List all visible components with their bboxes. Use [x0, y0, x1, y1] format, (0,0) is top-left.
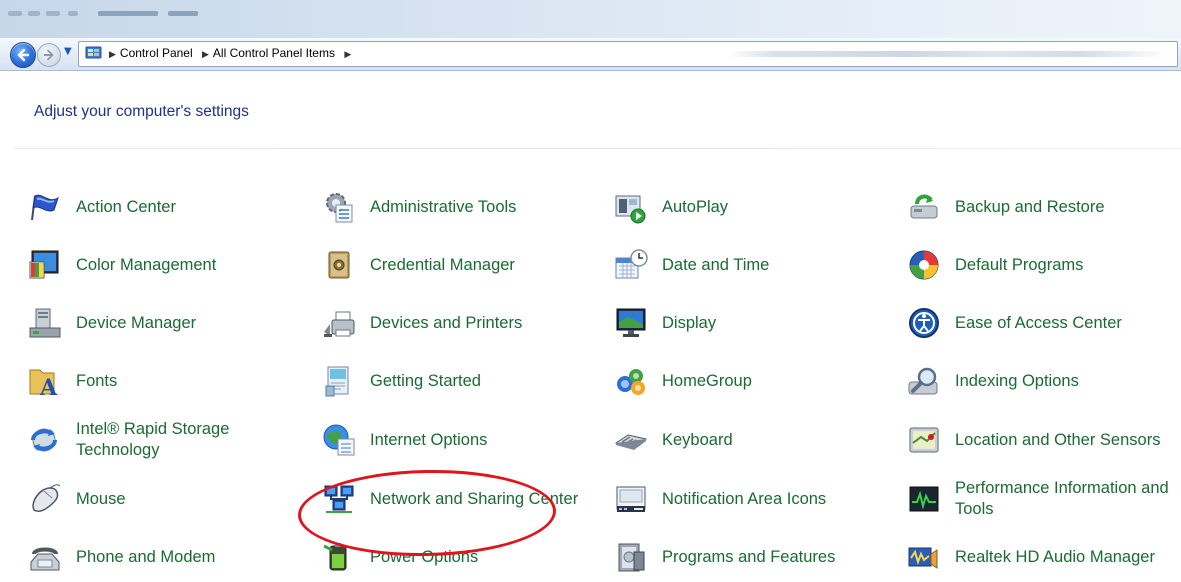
item-backup-and-restore[interactable]: Backup and Restore — [907, 182, 1181, 232]
address-field[interactable]: ▶ Control Panel ▶ All Control Panel Items … — [78, 41, 1178, 67]
item-indexing-options[interactable]: Indexing Options — [907, 356, 1181, 406]
item-intel-rapid-storage-technology[interactable]: Intel® Rapid Storage Technology — [28, 415, 308, 465]
item-label: Keyboard — [662, 430, 733, 449]
programs-icon — [614, 540, 648, 574]
item-label: Display — [662, 313, 717, 332]
breadcrumb-control-panel[interactable]: Control Panel — [120, 46, 193, 60]
item-label: AutoPlay — [662, 197, 729, 216]
breadcrumb-separator-icon[interactable]: ▶ — [202, 49, 209, 59]
forward-button[interactable] — [37, 43, 61, 67]
default-programs-icon — [907, 248, 941, 282]
quick-access-toolbar — [8, 8, 258, 20]
ease-of-access-icon — [907, 306, 941, 340]
item-display[interactable]: Display — [614, 298, 894, 348]
item-label: Mouse — [76, 489, 126, 508]
item-homegroup[interactable]: HomeGroup — [614, 356, 894, 406]
item-label: Action Center — [76, 197, 176, 216]
page-title: Adjust your computer's settings — [34, 103, 249, 120]
recent-pages-dropdown-icon[interactable]: ▼ — [64, 46, 72, 57]
getting-started-icon — [322, 364, 356, 398]
battery-icon — [322, 540, 356, 574]
item-label: Administrative Tools — [370, 197, 517, 216]
control-panel-icon — [85, 45, 102, 61]
item-label: Intel® Rapid Storage Technology — [76, 420, 230, 459]
item-network-and-sharing-center[interactable]: Network and Sharing Center — [322, 474, 602, 524]
item-label: Color Management — [76, 255, 217, 274]
item-label: Performance Information and Tools — [955, 479, 1169, 518]
item-label: Getting Started — [370, 371, 481, 390]
item-ease-of-access-center[interactable]: Ease of Access Center — [907, 298, 1181, 348]
navigation-bar: ▼ ▶ Control Panel ▶ All Control Panel Item… — [0, 38, 1181, 71]
item-label: Location and Other Sensors — [955, 430, 1161, 449]
item-credential-manager[interactable]: Credential Manager — [322, 240, 602, 290]
item-label: Device Manager — [76, 313, 197, 332]
item-label: Network and Sharing Center — [370, 489, 579, 508]
autoplay-icon — [614, 190, 648, 224]
item-label: Internet Options — [370, 430, 488, 449]
item-action-center[interactable]: Action Center — [28, 182, 308, 232]
item-default-programs[interactable]: Default Programs — [907, 240, 1181, 290]
arrow-right-icon — [43, 49, 54, 61]
item-administrative-tools[interactable]: Administrative Tools — [322, 182, 602, 232]
backup-icon — [907, 190, 941, 224]
audio-manager-icon — [907, 540, 941, 574]
performance-icon — [907, 482, 941, 516]
divider — [14, 148, 1181, 149]
item-getting-started[interactable]: Getting Started — [322, 356, 602, 406]
item-label: Fonts — [76, 371, 118, 390]
item-devices-and-printers[interactable]: Devices and Printers — [322, 298, 602, 348]
item-keyboard[interactable]: Keyboard — [614, 415, 894, 465]
item-label: Ease of Access Center — [955, 313, 1122, 332]
item-label: Backup and Restore — [955, 197, 1105, 216]
flag-icon — [28, 190, 62, 224]
globe-icon — [322, 423, 356, 457]
breadcrumb-all-items[interactable]: All Control Panel Items — [213, 46, 335, 60]
back-button[interactable] — [10, 42, 36, 68]
item-label: Indexing Options — [955, 371, 1079, 390]
breadcrumb-separator-icon[interactable]: ▶ — [109, 49, 116, 59]
item-location-and-other-sensors[interactable]: Location and Other Sensors — [907, 415, 1181, 465]
item-device-manager[interactable]: Device Manager — [28, 298, 308, 348]
phone-icon — [28, 540, 62, 574]
item-fonts[interactable]: A Fonts — [28, 356, 308, 406]
item-performance-information-and-tools[interactable]: Performance Information and Tools — [907, 474, 1181, 524]
item-autoplay[interactable]: AutoPlay — [614, 182, 894, 232]
breadcrumb-separator-icon[interactable]: ▶ — [344, 49, 351, 59]
window-title-bar — [0, 0, 1181, 38]
item-label: Credential Manager — [370, 255, 515, 274]
credential-vault-icon — [322, 248, 356, 282]
color-management-icon — [28, 248, 62, 282]
item-internet-options[interactable]: Internet Options — [322, 415, 602, 465]
item-date-and-time[interactable]: Date and Time — [614, 240, 894, 290]
breadcrumb: ▶ Control Panel ▶ All Control Panel Items … — [107, 46, 355, 60]
network-icon — [322, 482, 356, 516]
arrow-left-icon — [17, 48, 30, 62]
admin-tools-icon — [322, 190, 356, 224]
item-notification-area-icons[interactable]: Notification Area Icons — [614, 474, 894, 524]
item-label: HomeGroup — [662, 371, 752, 390]
intel-storage-icon — [28, 423, 62, 457]
item-color-management[interactable]: Color Management — [28, 240, 308, 290]
magnifier-icon — [907, 364, 941, 398]
fonts-folder-icon: A — [28, 364, 62, 401]
calendar-clock-icon — [614, 248, 648, 282]
notification-area-icon — [614, 482, 648, 516]
homegroup-icon — [614, 364, 648, 398]
svg-text:A: A — [39, 375, 58, 398]
item-label: Notification Area Icons — [662, 489, 827, 508]
item-label: Default Programs — [955, 255, 1084, 274]
item-label: Devices and Printers — [370, 313, 523, 332]
keyboard-icon — [614, 423, 648, 457]
device-manager-icon — [28, 306, 62, 340]
mouse-icon — [28, 482, 62, 516]
item-mouse[interactable]: Mouse — [28, 474, 308, 524]
blurred-search-area — [729, 51, 1169, 57]
printer-icon — [322, 306, 356, 340]
sensors-icon — [907, 423, 941, 457]
item-label: Date and Time — [662, 255, 770, 274]
monitor-icon — [614, 306, 648, 340]
